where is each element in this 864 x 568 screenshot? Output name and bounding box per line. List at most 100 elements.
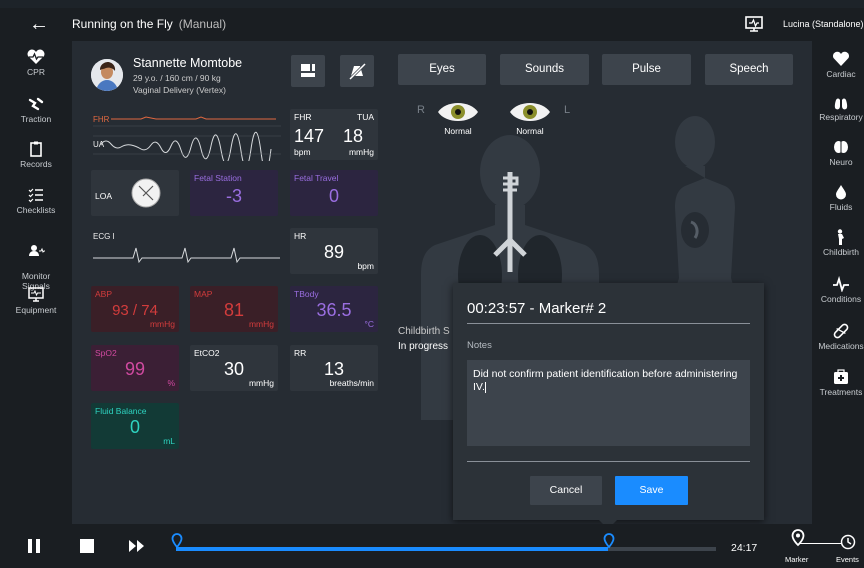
pause-icon[interactable]	[27, 538, 41, 554]
tab-speech[interactable]: Speech	[705, 54, 793, 85]
rr-value: 13	[323, 359, 345, 379]
marker-icon[interactable]	[790, 529, 806, 547]
spo2-value: 99	[124, 359, 146, 379]
lungs-icon	[834, 96, 848, 110]
fluid-balance-value: 0	[129, 417, 140, 437]
tbody-label: TBody	[294, 289, 319, 299]
tbody-unit: °C	[364, 319, 374, 329]
notes-textarea[interactable]: Did not confirm patient identification b…	[467, 360, 750, 446]
tab-eyes[interactable]: Eyes	[398, 54, 486, 85]
mute-alarm-button[interactable]	[340, 55, 374, 87]
childbirth-status-label: Childbirth S	[398, 326, 450, 337]
tbody-tile[interactable]: TBody 36.5 °C	[290, 286, 378, 332]
screen-share-icon[interactable]	[744, 15, 764, 33]
fluid-balance-tile[interactable]: Fluid Balance 0 mL	[91, 403, 179, 449]
events-clock-icon[interactable]	[840, 534, 856, 550]
etco2-label: EtCO2	[194, 348, 220, 358]
sidebar-item-respiratory[interactable]: Respiratory	[812, 94, 864, 122]
sidebar-label-traction: Traction	[20, 114, 52, 124]
fluid-balance-label: Fluid Balance	[95, 406, 147, 416]
monitor-signals-icon	[29, 245, 45, 256]
timeline-marker-1-icon[interactable]	[171, 533, 183, 549]
equipment-icon	[28, 287, 44, 302]
rr-unit: breaths/min	[329, 378, 374, 388]
layout-button[interactable]	[291, 55, 325, 87]
sidebar-item-traction[interactable]: Traction	[0, 96, 72, 124]
patient-delivery: Vaginal Delivery (Vertex)	[133, 85, 226, 95]
tab-pulse[interactable]: Pulse	[602, 54, 691, 85]
sidebar-item-checklists[interactable]: Checklists	[0, 187, 72, 215]
right-sidebar: Cardiac Respiratory Neuro Fluids Childbi…	[812, 41, 864, 524]
ecg-waveform: ECG I	[93, 232, 280, 264]
timeline-marker-2-icon[interactable]	[603, 533, 615, 549]
cancel-button[interactable]: Cancel	[530, 476, 602, 505]
sidebar-item-cardiac[interactable]: Cardiac	[812, 51, 864, 79]
session-title: Running on the Fly	[72, 17, 173, 31]
events-label[interactable]: Events	[836, 555, 859, 564]
loa-tile[interactable]: LOA	[91, 170, 179, 216]
patient-name: Stannette Momtobe	[133, 56, 243, 70]
fhr-unit: bpm	[294, 147, 311, 157]
tua-label: TUA	[357, 112, 374, 122]
fhr-value: 147	[294, 126, 325, 146]
sidebar-item-childbirth[interactable]: Childbirth	[812, 229, 864, 257]
tab-sounds[interactable]: Sounds	[500, 54, 589, 85]
ua-wave-label: UA	[93, 140, 105, 149]
rr-tile[interactable]: RR 13 breaths/min	[290, 345, 378, 391]
text-cursor	[484, 381, 486, 393]
tbody-value: 36.5	[316, 300, 352, 320]
back-arrow-icon[interactable]: ←	[24, 8, 54, 41]
checklist-icon	[28, 188, 43, 203]
sidebar-item-medications[interactable]: Medications	[812, 323, 864, 351]
avatar	[91, 59, 123, 91]
save-button[interactable]: Save	[615, 476, 688, 505]
fast-forward-icon[interactable]	[128, 539, 146, 553]
sidebar-item-fluids[interactable]: Fluids	[812, 184, 864, 212]
fetal-travel-tile[interactable]: Fetal Travel 0	[290, 170, 378, 216]
stop-icon[interactable]	[79, 538, 95, 554]
fhr-wave-label: FHR	[93, 115, 110, 124]
sidebar-label-medications: Medications	[818, 341, 864, 351]
etco2-value: 30	[223, 359, 245, 379]
left-eye-icon[interactable]	[508, 100, 552, 124]
notes-text: Did not confirm patient identification b…	[473, 368, 738, 393]
sidebar-label-treatments: Treatments	[819, 387, 863, 397]
hr-tile[interactable]: HR 89 bpm	[290, 228, 378, 274]
heart-pulse-icon	[27, 49, 45, 64]
sidebar-item-cpr[interactable]: CPR	[0, 49, 72, 77]
abp-unit: mmHg	[149, 319, 175, 329]
spo2-tile[interactable]: SpO2 99 %	[91, 345, 179, 391]
sidebar-item-equipment[interactable]: Equipment	[0, 287, 72, 315]
sidebar-item-monitor-signals[interactable]: Monitor Signals	[0, 233, 72, 291]
sidebar-item-treatments[interactable]: Treatments	[812, 369, 864, 397]
etco2-tile[interactable]: EtCO2 30 mmHg	[190, 345, 278, 391]
user-label[interactable]: Lucina (Standalone)	[783, 8, 864, 41]
etco2-unit: mmHg	[248, 378, 274, 388]
loa-label: LOA	[95, 191, 113, 201]
first-aid-icon	[834, 369, 848, 384]
patient-info: 29 y.o. / 160 cm / 90 kg	[133, 73, 221, 83]
eye-r-label: R	[417, 104, 425, 116]
fhr-label: FHR	[294, 112, 312, 122]
brain-icon	[834, 141, 848, 153]
sidebar-item-neuro[interactable]: Neuro	[812, 139, 864, 167]
marker-label[interactable]: Marker	[785, 555, 808, 564]
sidebar-label-fluids: Fluids	[829, 202, 853, 212]
sidebar-label-respiratory: Respiratory	[819, 112, 863, 122]
abp-tile[interactable]: ABP 93 / 74 mmHg	[91, 286, 179, 332]
sidebar-item-records[interactable]: Records	[0, 141, 72, 169]
map-tile[interactable]: MAP 81 mmHg	[190, 286, 278, 332]
sidebar-item-conditions[interactable]: Conditions	[812, 276, 864, 304]
fhr-tua-tile[interactable]: FHR TUA 147 18 bpm mmHg	[290, 109, 378, 160]
top-bar: ← Running on the Fly (Manual) Lucina (Sta…	[0, 8, 864, 41]
timeline-progress	[176, 547, 608, 551]
fetal-station-value: -3	[225, 186, 242, 206]
right-eye-icon[interactable]	[436, 100, 480, 124]
dialog-divider-bottom	[467, 461, 750, 462]
session-mode: (Manual)	[178, 17, 227, 31]
layout-icon	[301, 64, 315, 77]
fetal-station-tile[interactable]: Fetal Station -3	[190, 170, 278, 216]
abp-value: 93 / 74	[112, 302, 158, 319]
marker-dialog-title: 00:23:57 - Marker# 2	[467, 300, 607, 317]
eye-l-label: L	[564, 104, 571, 116]
